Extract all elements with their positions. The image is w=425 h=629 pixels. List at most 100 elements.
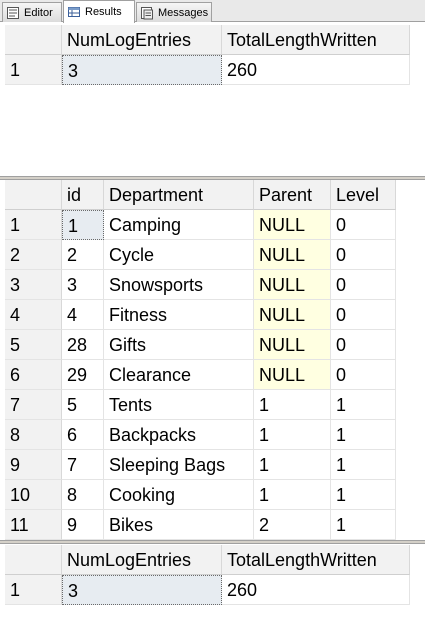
table-cell[interactable]: 0 (331, 330, 396, 360)
table-cell[interactable]: 3 (62, 270, 104, 300)
table-row: 1 1 Camping NULL 0 (5, 210, 410, 240)
column-header-row: NumLogEntries TotalLengthWritten (5, 545, 410, 575)
table-cell[interactable]: Camping (104, 210, 254, 240)
tab-messages-label: Messages (158, 6, 209, 19)
table-cell[interactable]: 7 (62, 450, 104, 480)
table-cell[interactable]: 3 (62, 575, 222, 605)
table-cell[interactable]: 1 (254, 450, 331, 480)
results-splitter[interactable] (0, 540, 425, 544)
table-row: 9 7 Sleeping Bags 1 1 (5, 450, 410, 480)
messages-icon (140, 6, 154, 20)
row-number[interactable]: 11 (5, 510, 62, 540)
column-header-department[interactable]: Department (104, 180, 254, 210)
tab-editor[interactable]: Editor (2, 2, 62, 22)
table-row: 11 9 Bikes 2 1 (5, 510, 410, 540)
table-cell[interactable]: NULL (254, 300, 331, 330)
table-cell[interactable]: 0 (331, 300, 396, 330)
table-cell[interactable]: 1 (331, 390, 396, 420)
table-cell[interactable]: 0 (331, 210, 396, 240)
table-cell[interactable]: 1 (254, 480, 331, 510)
result-grid-3[interactable]: NumLogEntries TotalLengthWritten 1 3 260 (5, 545, 410, 605)
table-cell[interactable]: 9 (62, 510, 104, 540)
table-cell[interactable]: NULL (254, 240, 331, 270)
table-cell[interactable]: 260 (222, 575, 410, 605)
row-header-corner (5, 545, 62, 575)
row-number[interactable]: 5 (5, 330, 62, 360)
table-row: 5 28 Gifts NULL 0 (5, 330, 410, 360)
table-cell[interactable]: Snowsports (104, 270, 254, 300)
table-cell[interactable]: Sleeping Bags (104, 450, 254, 480)
table-cell[interactable]: 3 (62, 55, 222, 85)
column-header-level[interactable]: Level (331, 180, 396, 210)
row-number[interactable]: 7 (5, 390, 62, 420)
table-row: 1 3 260 (5, 575, 410, 605)
table-cell[interactable]: Cycle (104, 240, 254, 270)
table-cell[interactable]: NULL (254, 270, 331, 300)
tab-editor-label: Editor (24, 6, 53, 19)
table-cell[interactable]: 0 (331, 270, 396, 300)
row-number[interactable]: 8 (5, 420, 62, 450)
table-row: 1 3 260 (5, 55, 410, 85)
table-cell[interactable]: 1 (331, 450, 396, 480)
column-header-numlogentries[interactable]: NumLogEntries (62, 545, 222, 575)
table-row: 8 6 Backpacks 1 1 (5, 420, 410, 450)
table-cell[interactable]: Gifts (104, 330, 254, 360)
row-number[interactable]: 1 (5, 575, 62, 605)
table-cell[interactable]: Bikes (104, 510, 254, 540)
table-cell[interactable]: Tents (104, 390, 254, 420)
row-number[interactable]: 10 (5, 480, 62, 510)
column-header-parent[interactable]: Parent (254, 180, 331, 210)
table-cell[interactable]: 2 (254, 510, 331, 540)
table-cell[interactable]: 6 (62, 420, 104, 450)
column-header-totallengthwritten[interactable]: TotalLengthWritten (222, 545, 410, 575)
table-cell[interactable]: 1 (331, 420, 396, 450)
result-grid-2[interactable]: id Department Parent Level 1 1 Camping NULL… (5, 180, 410, 540)
table-cell[interactable]: Clearance (104, 360, 254, 390)
tab-results[interactable]: Results (63, 0, 135, 23)
column-header-row: id Department Parent Level (5, 180, 410, 210)
table-cell[interactable]: Cooking (104, 480, 254, 510)
table-cell[interactable]: 1 (331, 510, 396, 540)
table-cell[interactable]: 5 (62, 390, 104, 420)
table-cell[interactable]: 28 (62, 330, 104, 360)
table-cell[interactable]: NULL (254, 360, 331, 390)
results-tab-strip: Editor Results Messages (0, 0, 425, 23)
column-header-id[interactable]: id (62, 180, 104, 210)
column-header-totallengthwritten[interactable]: TotalLengthWritten (222, 25, 410, 55)
table-cell[interactable]: 0 (331, 240, 396, 270)
table-cell[interactable]: NULL (254, 330, 331, 360)
table-cell[interactable]: 4 (62, 300, 104, 330)
row-number[interactable]: 9 (5, 450, 62, 480)
table-cell[interactable]: 1 (254, 420, 331, 450)
result-grid-1[interactable]: NumLogEntries TotalLengthWritten 1 3 260 (5, 25, 410, 85)
table-cell[interactable]: 2 (62, 240, 104, 270)
table-cell[interactable]: 1 (254, 390, 331, 420)
row-number[interactable]: 1 (5, 210, 62, 240)
table-cell[interactable]: Fitness (104, 300, 254, 330)
table-row: 6 29 Clearance NULL 0 (5, 360, 410, 390)
row-number[interactable]: 3 (5, 270, 62, 300)
editor-icon (6, 6, 20, 20)
row-number[interactable]: 4 (5, 300, 62, 330)
table-cell[interactable]: 29 (62, 360, 104, 390)
row-number[interactable]: 1 (5, 55, 62, 85)
table-cell[interactable]: 1 (62, 210, 104, 240)
column-header-row: NumLogEntries TotalLengthWritten (5, 25, 410, 55)
row-header-corner (5, 25, 62, 55)
table-row: 3 3 Snowsports NULL 0 (5, 270, 410, 300)
table-cell[interactable]: 1 (331, 480, 396, 510)
table-row: 4 4 Fitness NULL 0 (5, 300, 410, 330)
table-cell[interactable]: NULL (254, 210, 331, 240)
row-number[interactable]: 6 (5, 360, 62, 390)
row-header-corner (5, 180, 62, 210)
tab-results-label: Results (85, 6, 122, 18)
column-header-numlogentries[interactable]: NumLogEntries (62, 25, 222, 55)
table-cell[interactable]: 8 (62, 480, 104, 510)
table-row: 2 2 Cycle NULL 0 (5, 240, 410, 270)
tab-messages[interactable]: Messages (136, 2, 212, 22)
table-row: 10 8 Cooking 1 1 (5, 480, 410, 510)
table-cell[interactable]: Backpacks (104, 420, 254, 450)
table-cell[interactable]: 0 (331, 360, 396, 390)
row-number[interactable]: 2 (5, 240, 62, 270)
table-cell[interactable]: 260 (222, 55, 410, 85)
